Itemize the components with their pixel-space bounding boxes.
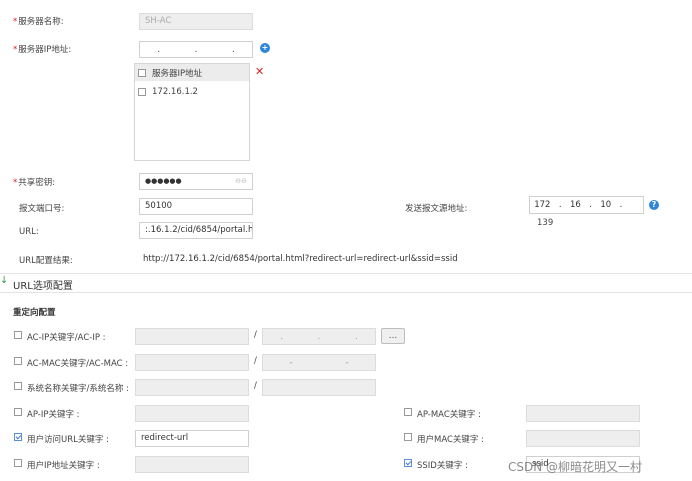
port-label: 报文端口号: <box>19 204 65 214</box>
ip-table-header: 服务器IP地址 <box>135 64 249 81</box>
divider <box>0 292 692 293</box>
mac-dash: - <box>289 357 293 368</box>
acmac-keyword-input <box>135 354 249 371</box>
slash: / <box>254 330 257 340</box>
apip-input <box>135 405 249 422</box>
secret-label: *共享密钥: <box>13 178 56 188</box>
mac-dash: - <box>345 357 349 368</box>
section-title[interactable]: URL选项配置 <box>13 277 73 292</box>
help-icon[interactable]: ? <box>649 200 659 210</box>
sysname-keyword-input <box>135 379 249 396</box>
secret-value: ●●●●●● <box>145 177 182 185</box>
source-ip-label: 发送报文源地址: <box>405 204 468 214</box>
ip-dot: . <box>231 44 235 55</box>
sysname-label: 系统名称关键字/系统名称 : <box>27 384 129 394</box>
ip-dot: . <box>589 200 592 210</box>
userurl-input[interactable]: redirect-url <box>135 430 249 447</box>
acmac-checkbox[interactable] <box>14 357 22 368</box>
slash: / <box>254 356 257 366</box>
watermark: CSDN @柳暗花明又一村 <box>508 460 643 474</box>
apmac-input <box>526 405 640 422</box>
ip-dot: . <box>619 200 623 210</box>
more-button[interactable]: ... <box>381 328 405 344</box>
acmac-label: AC-MAC关键字/AC-MAC : <box>27 359 129 369</box>
usermac-checkbox[interactable] <box>404 433 412 444</box>
delete-icon[interactable]: ✕ <box>255 66 264 77</box>
userip-input <box>135 456 249 473</box>
source-ip-octet-1: 172 <box>534 200 551 210</box>
add-icon[interactable]: + <box>260 43 270 53</box>
userip-label: 用户IP地址关键字 : <box>27 461 100 471</box>
source-ip-overflow: 139 <box>537 218 554 228</box>
ssid-checkbox[interactable] <box>404 459 412 470</box>
acmac-value-input: -- <box>262 354 376 371</box>
server-ip-input[interactable]: ... <box>139 41 253 58</box>
ip-dot: . <box>354 331 358 342</box>
server-ip-table: 服务器IP地址 172.16.1.2 <box>134 63 250 161</box>
section-subtitle: 重定向配置 <box>13 308 56 318</box>
apmac-checkbox[interactable] <box>404 408 412 419</box>
ip-dot: . <box>194 44 198 55</box>
apip-checkbox[interactable] <box>14 408 22 419</box>
ip-table-header-label: 服务器IP地址 <box>152 68 203 79</box>
ssid-label: SSID关键字 : <box>417 461 468 471</box>
url-label: URL: <box>19 227 39 237</box>
sysname-value-input <box>262 379 376 396</box>
server-ip-label: *服务器IP地址: <box>13 45 72 55</box>
server-name-label: *服务器名称: <box>13 17 64 27</box>
table-row: 172.16.1.2 <box>135 81 249 102</box>
secret-input[interactable]: ●●●●●● ⊖⊖ <box>139 173 253 190</box>
source-ip-input[interactable]: 172. 16. 10. <box>529 196 644 214</box>
show-password-icon[interactable]: ⊖⊖ <box>235 174 247 189</box>
divider <box>0 273 692 274</box>
acip-keyword-input <box>135 328 249 345</box>
userip-checkbox[interactable] <box>14 459 22 470</box>
acip-checkbox[interactable] <box>14 331 22 342</box>
usermac-input <box>526 430 640 447</box>
ip-dot: . <box>280 331 284 342</box>
url-result-value: http://172.16.1.2/cid/6854/portal.html?r… <box>143 254 458 264</box>
acip-value-input: ... <box>262 328 376 345</box>
sysname-checkbox[interactable] <box>14 382 22 393</box>
port-input[interactable]: 50100 <box>139 198 253 215</box>
row-ip-value: 172.16.1.2 <box>152 86 198 97</box>
usermac-label: 用户MAC关键字 : <box>417 435 485 445</box>
collapse-arrow-icon[interactable]: ↓ <box>0 276 8 286</box>
ip-dot: . <box>558 200 562 210</box>
acip-label: AC-IP关键字/AC-IP : <box>27 333 106 343</box>
url-result-label: URL配置结果: <box>19 256 73 266</box>
row-checkbox[interactable] <box>138 87 146 96</box>
slash: / <box>254 381 257 391</box>
userurl-checkbox[interactable] <box>14 433 22 444</box>
userurl-label: 用户访问URL关键字 : <box>27 435 109 445</box>
source-ip-octet-3: 10 <box>600 200 612 210</box>
ip-dot: . <box>317 331 321 342</box>
apmac-label: AP-MAC关键字 : <box>417 410 481 420</box>
ip-dot: . <box>157 44 161 55</box>
select-all-checkbox[interactable] <box>138 68 146 77</box>
server-name-input: SH-AC <box>139 13 253 30</box>
apip-label: AP-IP关键字 : <box>27 410 80 420</box>
source-ip-octet-2: 16 <box>569 200 581 210</box>
url-input[interactable]: :.16.1.2/cid/6854/portal.html <box>139 222 253 239</box>
